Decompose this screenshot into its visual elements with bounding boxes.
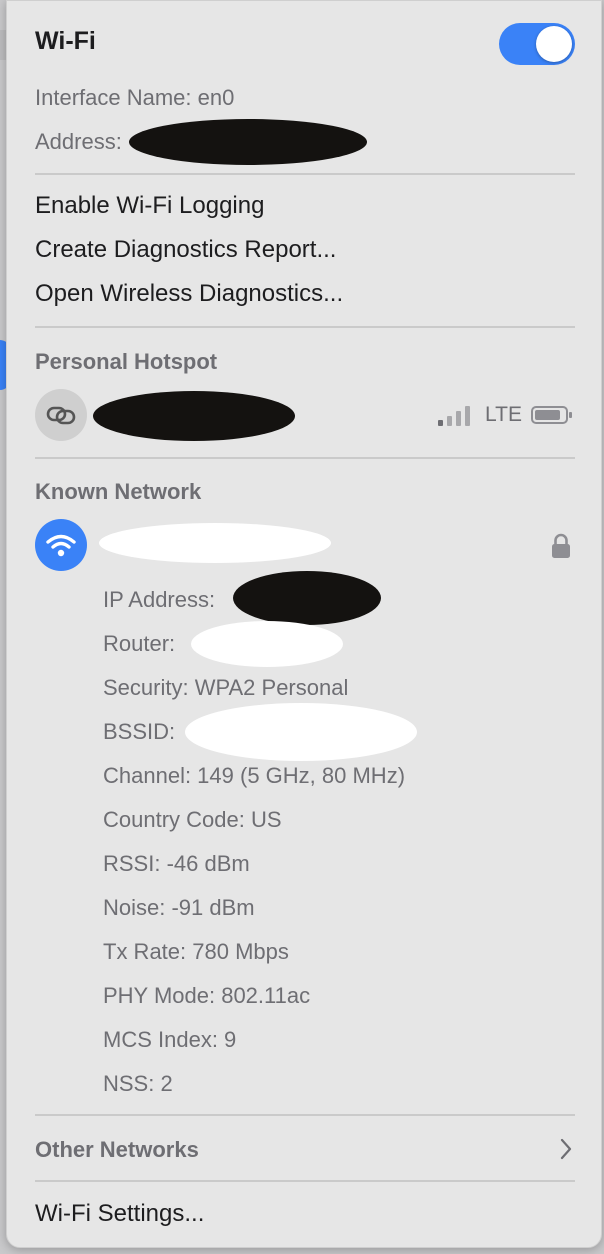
address-label: Address:	[35, 129, 122, 154]
wifi-settings-item[interactable]: Wi-Fi Settings...	[35, 1200, 204, 1228]
ip-address-label: IP Address:	[103, 587, 216, 612]
security-detail: Security: WPA2 Personal	[103, 675, 349, 700]
network-type-label: LTE	[485, 403, 522, 426]
chevron-right-icon	[559, 1137, 573, 1166]
interface-name: Interface Name: en0	[35, 85, 235, 110]
nss-detail: NSS: 2	[103, 1071, 173, 1096]
redacted-bssid	[185, 703, 417, 761]
known-network-heading: Known Network	[35, 479, 202, 504]
hotspot-heading: Personal Hotspot	[35, 349, 218, 374]
wifi-menu: Wi-Fi Interface Name: en0 Address: Enabl…	[6, 0, 602, 1248]
separator	[35, 173, 575, 175]
redacted-router	[191, 621, 343, 667]
other-networks-label: Other Networks	[35, 1137, 199, 1162]
link-icon	[35, 389, 87, 441]
lock-icon	[551, 533, 571, 564]
redacted-hotspot-name	[93, 391, 295, 441]
redacted-ip-address	[233, 571, 381, 625]
noise-detail: Noise: -91 dBm	[103, 895, 255, 920]
separator	[35, 326, 575, 328]
diagnostics-report-item[interactable]: Create Diagnostics Report...	[35, 236, 336, 264]
phy-mode-detail: PHY Mode: 802.11ac	[103, 983, 311, 1008]
battery-icon	[531, 405, 573, 430]
tx-rate-detail: Tx Rate: 780 Mbps	[103, 939, 289, 964]
channel-detail: Channel: 149 (5 GHz, 80 MHz)	[103, 763, 406, 788]
wireless-diagnostics-item[interactable]: Open Wireless Diagnostics...	[35, 280, 343, 308]
separator	[35, 1180, 575, 1182]
redacted-network-name	[99, 523, 331, 563]
menu-title: Wi-Fi	[35, 27, 96, 55]
router-label: Router:	[103, 631, 176, 656]
wifi-toggle[interactable]	[499, 23, 575, 65]
wifi-icon	[35, 519, 87, 571]
country-code-detail: Country Code: US	[103, 807, 282, 832]
toggle-knob	[536, 26, 572, 62]
rssi-detail: RSSI: -46 dBm	[103, 851, 250, 876]
signal-bars-icon	[437, 404, 473, 431]
redacted-address	[129, 119, 367, 165]
separator	[35, 1114, 575, 1116]
separator	[35, 457, 575, 459]
bssid-label: BSSID:	[103, 719, 176, 744]
enable-logging-item[interactable]: Enable Wi-Fi Logging	[35, 192, 264, 220]
mcs-index-detail: MCS Index: 9	[103, 1027, 237, 1052]
